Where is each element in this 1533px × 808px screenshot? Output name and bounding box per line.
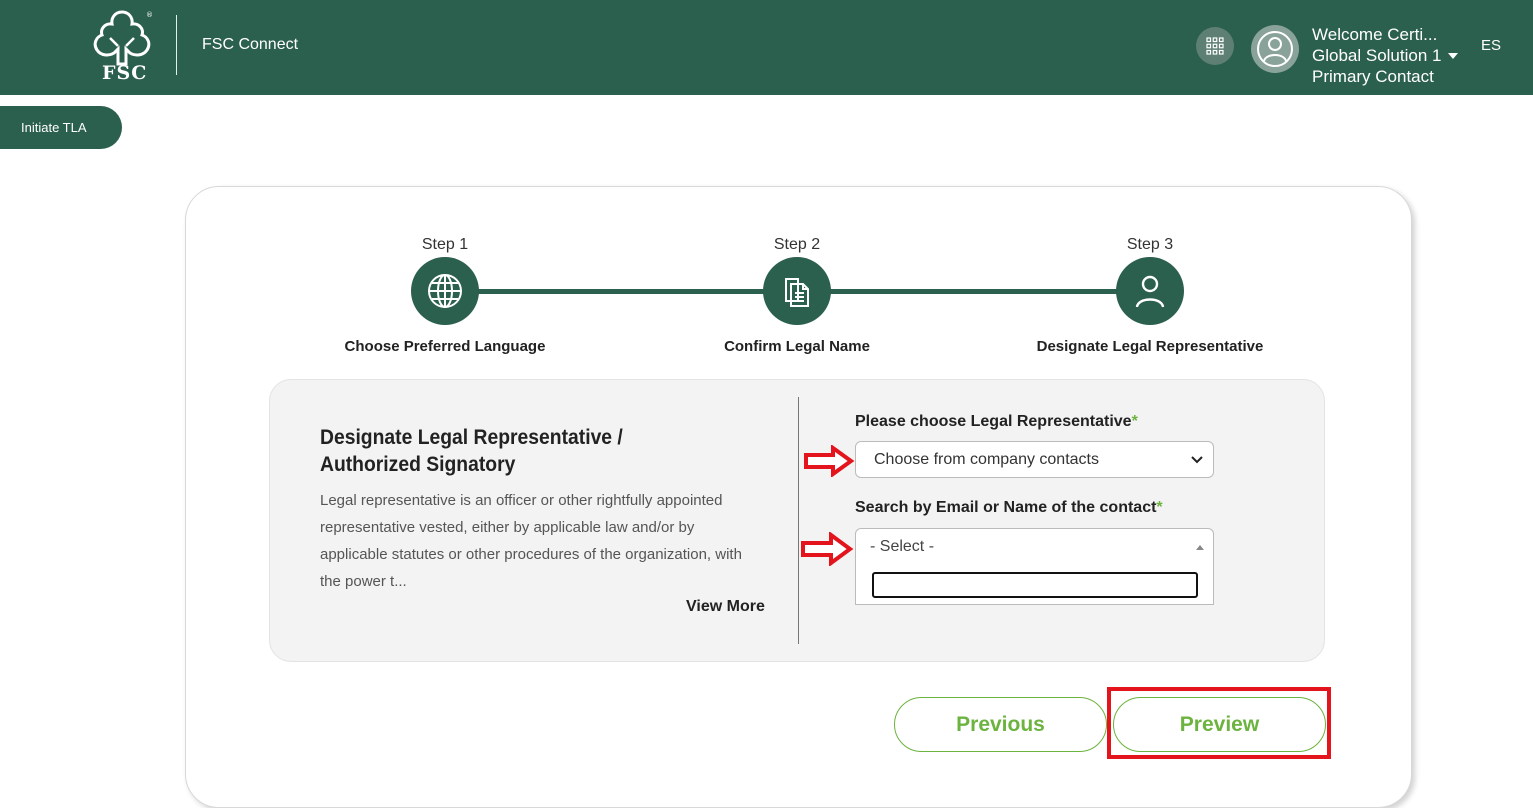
step-1-label: Choose Preferred Language xyxy=(344,338,546,355)
view-more-link[interactable]: View More xyxy=(686,598,765,616)
step-connector-2-3 xyxy=(797,289,1150,294)
user-welcome: Welcome Certi... xyxy=(1312,25,1438,44)
step-connector-1-2 xyxy=(445,289,797,294)
user-organization-label: Global Solution 1 xyxy=(1312,46,1442,65)
apps-grid-button[interactable] xyxy=(1196,27,1234,65)
top-header: ® FSC FSC Connect Welcome Certi... Globa… xyxy=(0,0,1533,95)
step-3-circle[interactable] xyxy=(1116,257,1184,325)
search-contact-select-value: - Select - xyxy=(870,538,935,555)
annotation-arrow-icon xyxy=(804,445,855,477)
legal-rep-select[interactable]: Choose from company contacts xyxy=(855,441,1214,478)
caret-down-icon[interactable] xyxy=(1448,52,1459,59)
step-1-circle[interactable] xyxy=(411,257,479,325)
annotation-arrow-icon xyxy=(801,532,854,566)
step-3-title: Step 3 xyxy=(1126,236,1174,253)
step-3-label: Designate Legal Representative xyxy=(1036,338,1264,355)
step-1-title: Step 1 xyxy=(421,236,469,253)
caret-up-icon xyxy=(1196,545,1204,550)
search-contact-label-text: Search by Email or Name of the contact xyxy=(855,499,1157,516)
legal-rep-label-text: Please choose Legal Representative xyxy=(855,413,1132,430)
language-switch[interactable]: ES xyxy=(1481,37,1501,54)
user-organization[interactable]: Global Solution 1 xyxy=(1312,45,1459,66)
app-name[interactable]: FSC Connect xyxy=(202,36,298,54)
globe-icon xyxy=(428,274,462,308)
search-contact-label: Search by Email or Name of the contact* xyxy=(855,499,1163,517)
step-2-title: Step 2 xyxy=(773,236,821,253)
grid-icon xyxy=(1206,37,1224,55)
person-icon xyxy=(1135,275,1165,308)
panel-divider xyxy=(798,397,799,644)
panel-description: Legal representative is an officer or ot… xyxy=(320,492,742,590)
fsc-logo-text: FSC xyxy=(102,62,148,84)
search-contact-select[interactable]: - Select - xyxy=(855,528,1214,566)
previous-button[interactable]: Previous xyxy=(894,697,1107,752)
user-menu[interactable]: Welcome Certi... Global Solution 1 Prima… xyxy=(1312,24,1459,87)
user-avatar-icon xyxy=(1257,31,1293,67)
step-2-circle[interactable] xyxy=(763,257,831,325)
chevron-down-icon xyxy=(1191,456,1203,464)
annotation-highlight-box xyxy=(1107,687,1331,759)
step-2-label: Confirm Legal Name xyxy=(724,338,870,355)
document-icon xyxy=(785,278,809,307)
required-mark: * xyxy=(1156,499,1163,516)
user-role: Primary Contact xyxy=(1312,67,1434,86)
svg-text:®: ® xyxy=(146,11,153,19)
legal-rep-label: Please choose Legal Representative* xyxy=(855,413,1138,431)
header-divider xyxy=(176,15,177,75)
panel-title: Designate Legal Representative / Authori… xyxy=(320,426,623,476)
legal-rep-select-value: Choose from company contacts xyxy=(874,450,1099,468)
required-mark: * xyxy=(1131,413,1138,430)
user-avatar[interactable] xyxy=(1251,25,1299,73)
search-contact-input[interactable] xyxy=(872,572,1198,598)
initiate-tla-tab[interactable]: Initiate TLA xyxy=(0,106,122,149)
